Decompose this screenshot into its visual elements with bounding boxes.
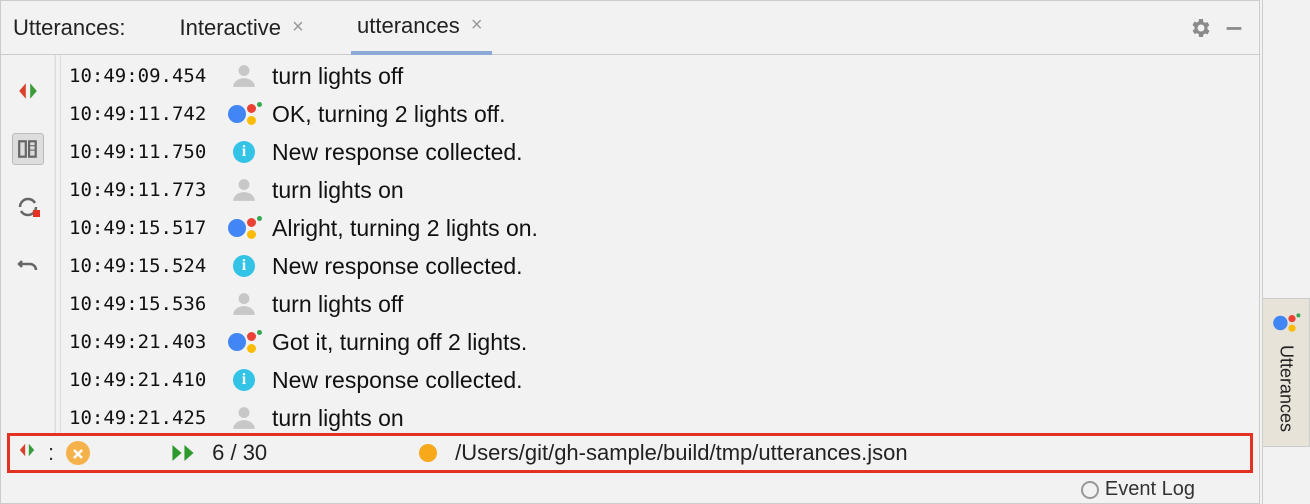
layout-button[interactable] <box>12 133 44 165</box>
timestamp: 10:49:15.536 <box>61 293 216 315</box>
log-message: New response collected. <box>272 367 523 394</box>
log-row: 10:49:11.750 i New response collected. <box>61 133 1259 171</box>
panel-body: 10:49:09.454 turn lights off 10:49:11.742 O… <box>1 55 1259 461</box>
info-icon: i <box>226 141 262 163</box>
timestamp: 10:49:15.524 <box>61 255 216 277</box>
status-bar: : 6 / 30 /Users/git/gh-sample/build/tmp/… <box>7 433 1253 473</box>
assistant-icon <box>226 328 262 356</box>
log-message: turn lights on <box>272 177 404 204</box>
rightbar-tab-label: Utterances <box>1276 345 1297 432</box>
log-row: 10:49:21.425 turn lights on <box>61 399 1259 437</box>
tab-label: utterances <box>357 13 460 39</box>
gear-icon[interactable] <box>1187 15 1213 41</box>
log-row: 10:49:21.403 Got it, turning off 2 lights… <box>61 323 1259 361</box>
minimize-icon[interactable] <box>1221 15 1247 41</box>
close-icon[interactable]: × <box>468 14 486 37</box>
user-icon <box>226 63 262 89</box>
event-log-label: Event Log <box>1105 478 1195 501</box>
log-message: turn lights off <box>272 291 403 318</box>
timestamp: 10:49:11.742 <box>61 103 216 125</box>
step-button[interactable] <box>12 75 44 107</box>
log-message: turn lights off <box>272 63 403 90</box>
sidebar <box>1 55 55 461</box>
rightbar-tab-utterances[interactable]: Utterances <box>1262 298 1310 447</box>
timestamp: 10:49:09.454 <box>61 65 216 87</box>
file-path: /Users/git/gh-sample/build/tmp/utterance… <box>455 440 907 466</box>
log-row: 10:49:21.410 i New response collected. <box>61 361 1259 399</box>
log-message: OK, turning 2 lights off. <box>272 101 506 128</box>
log-message: turn lights on <box>272 405 404 432</box>
utterances-panel: Utterances: Interactive × utterances × <box>0 0 1260 504</box>
timestamp: 10:49:15.517 <box>61 217 216 239</box>
event-log-icon <box>1081 481 1099 499</box>
info-icon: i <box>226 255 262 277</box>
log-message: New response collected. <box>272 253 523 280</box>
status-ok-icon <box>66 441 90 465</box>
right-sidebar: Utterances <box>1262 0 1310 504</box>
log-row: 10:49:15.524 i New response collected. <box>61 247 1259 285</box>
undo-button[interactable] <box>12 249 44 281</box>
panel-header: Utterances: Interactive × utterances × <box>1 1 1259 55</box>
refresh-button[interactable] <box>12 191 44 223</box>
log-row: 10:49:11.742 OK, turning 2 lights off. <box>61 95 1259 133</box>
assistant-icon <box>226 214 262 242</box>
log-message: Alright, turning 2 lights on. <box>272 215 538 242</box>
panel-title: Utterances: <box>13 15 126 41</box>
log-message: Got it, turning off 2 lights. <box>272 329 527 356</box>
timestamp: 10:49:21.425 <box>61 407 216 429</box>
assistant-icon <box>1273 312 1299 334</box>
tab-utterances[interactable]: utterances × <box>351 1 492 55</box>
close-icon[interactable]: × <box>289 16 307 39</box>
log-row: 10:49:15.517 Alright, turning 2 lights on… <box>61 209 1259 247</box>
progress-counter: 6 / 30 <box>212 440 267 466</box>
event-log-link[interactable]: Event Log <box>1081 478 1195 501</box>
timestamp: 10:49:21.410 <box>61 369 216 391</box>
tab-label: Interactive <box>180 15 282 41</box>
colon: : <box>48 440 54 466</box>
assistant-icon <box>226 100 262 128</box>
timestamp: 10:49:21.403 <box>61 331 216 353</box>
file-status-dot <box>419 444 437 462</box>
user-icon <box>226 405 262 431</box>
log-row: 10:49:09.454 turn lights off <box>61 57 1259 95</box>
info-icon: i <box>226 369 262 391</box>
log-message: New response collected. <box>272 139 523 166</box>
timestamp: 10:49:11.773 <box>61 179 216 201</box>
log-row: 10:49:11.773 turn lights on <box>61 171 1259 209</box>
user-icon <box>226 291 262 317</box>
play-icon[interactable] <box>172 445 194 461</box>
user-icon <box>226 177 262 203</box>
timestamp: 10:49:11.750 <box>61 141 216 163</box>
log-area[interactable]: 10:49:09.454 turn lights off 10:49:11.742 O… <box>61 55 1259 461</box>
log-row: 10:49:15.536 turn lights off <box>61 285 1259 323</box>
step-icon[interactable] <box>18 441 36 465</box>
tab-interactive[interactable]: Interactive × <box>174 3 314 53</box>
